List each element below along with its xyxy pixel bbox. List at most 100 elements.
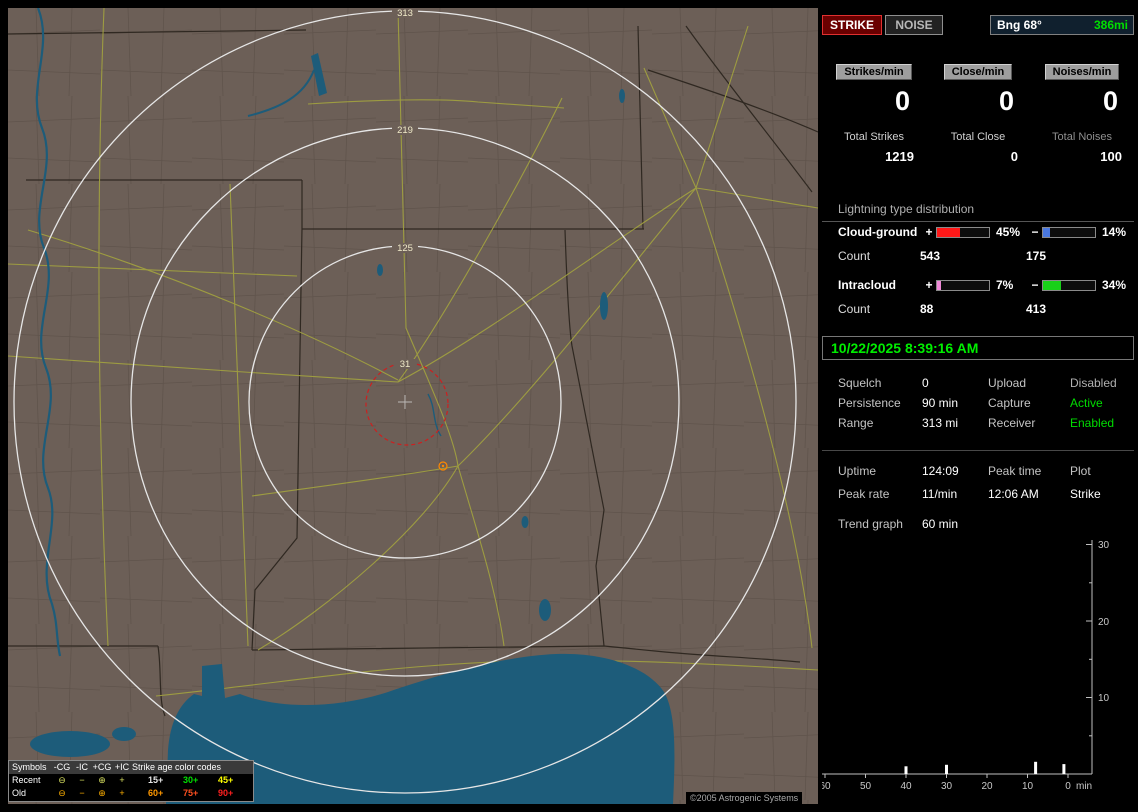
strike-mode-button[interactable]: STRIKE [822, 15, 882, 35]
plus-percent: 7% [996, 278, 1014, 292]
total-close-value: 0 [1010, 149, 1018, 164]
distribution-type-label: Cloud-ground [838, 225, 918, 239]
ring-label-125: 125 [397, 243, 413, 254]
lake [377, 264, 383, 276]
datetime-display: 10/22/2025 8:39:16 AM [822, 336, 1134, 360]
legend-row-label: Old [12, 788, 27, 798]
lake [30, 731, 110, 757]
x-tick-0: 0 [1065, 781, 1071, 792]
copyright-notice: ©2005 Astrogenic Systems [686, 792, 803, 804]
plus-count: 543 [920, 249, 941, 263]
range-value: 313 mi [922, 416, 959, 430]
pos-cg-recent-icon: ⊕ [98, 775, 106, 785]
status-panel: STRIKE NOISE 386mi Bng 68° Strikes/min C… [819, 12, 1134, 804]
legend-row-label: Recent [12, 775, 41, 785]
legend-col-neg-ic: -IC [76, 762, 88, 772]
plus-polarity-bar [936, 226, 990, 238]
persistence-value: 90 min [922, 396, 959, 410]
trend-graph-label: Trend graph [838, 517, 903, 531]
lake [112, 727, 136, 741]
minus-polarity-bar-fill [1043, 227, 1051, 237]
minus-sign: − [1031, 225, 1039, 239]
legend-symbols-title: Symbols [12, 762, 47, 772]
x-axis-unit-label: min [1076, 781, 1092, 792]
legend-row-old: Old ⊖ − ⊕ + 60+ 75+ 90+ [9, 787, 253, 800]
plus-sign: + [925, 225, 933, 239]
x-tick-20: 20 [981, 781, 993, 792]
distribution-type-label: Intracloud [838, 278, 897, 292]
trend-label-row: Trend graph 60 min [838, 517, 1134, 531]
peak-rate-label: Peak rate [838, 487, 890, 501]
count-label: Count [838, 302, 871, 316]
x-tick-40: 40 [900, 781, 912, 792]
x-tick-30: 30 [941, 781, 953, 792]
persistence-label: Persistence [838, 396, 901, 410]
nexstorm-window: 313 219 125 31 Symbols -CG -IC +CG +IC S… [0, 0, 1138, 812]
total-close-label: Total Close [950, 131, 1006, 143]
lake [539, 599, 551, 621]
range-label: Range [838, 416, 874, 430]
plus-polarity-bar-fill [937, 227, 961, 237]
receiver-status: Enabled [1070, 416, 1115, 430]
trend-graph: 30 20 10 60 50 40 30 20 10 0 min [819, 534, 1134, 802]
distribution-row-intracloud: Intracloud + 7% − 34% [838, 278, 1134, 292]
trend-bar [904, 766, 908, 774]
uptime-label: Uptime [838, 464, 877, 478]
total-strikes-label: Total Strikes [844, 131, 904, 143]
plus-sign: + [925, 278, 933, 292]
legend-col-pos-ic: +IC [114, 762, 130, 772]
age-code: 60+ [148, 788, 164, 798]
pos-ic-recent-icon: + [119, 775, 125, 785]
lightning-map[interactable]: 313 219 125 31 Symbols -CG -IC +CG +IC S… [8, 8, 818, 804]
peak-time-value: 12:06 AM [988, 487, 1039, 501]
trend-bar [945, 764, 948, 774]
capture-status: Active [1070, 396, 1103, 410]
minus-polarity-bar-fill [1043, 280, 1061, 290]
receiver-label: Receiver [988, 416, 1036, 430]
capture-label: Capture [988, 396, 1031, 410]
age-code: 90+ [218, 788, 234, 798]
bearing-distance: 386mi [1093, 18, 1128, 32]
plot-value: Strike [1070, 487, 1101, 501]
ring-label-219: 219 [397, 125, 413, 136]
plus-percent: 45% [996, 225, 1021, 239]
legend-header: Symbols -CG -IC +CG +IC Strike age color… [9, 761, 253, 774]
neg-ic-old-icon: − [79, 788, 85, 798]
plot-label: Plot [1070, 464, 1091, 478]
plus-count: 88 [920, 302, 934, 316]
mode-toolbar: STRIKE NOISE 386mi Bng 68° [822, 15, 1134, 35]
trend-window-value: 60 min [922, 517, 959, 531]
status-row: Persistence 90 min Capture Active [838, 396, 1134, 410]
minus-count: 413 [1026, 302, 1047, 316]
status-row: Squelch 0 Upload Disabled [838, 376, 1134, 390]
stats-row: Uptime 124:09 Peak time Plot [838, 464, 1134, 478]
neg-cg-old-icon: ⊖ [58, 788, 66, 798]
divider [822, 450, 1134, 451]
plus-polarity-bar [936, 279, 990, 291]
total-noises-label: Total Noises [1052, 131, 1112, 143]
age-code: 30+ [183, 775, 199, 785]
age-code: 45+ [218, 775, 234, 785]
lake [619, 89, 625, 103]
noise-mode-button[interactable]: NOISE [885, 15, 943, 35]
strikes-per-min-value: 0 [894, 86, 910, 116]
total-strikes-value: 1219 [885, 149, 914, 164]
bearing-display: 386mi Bng 68° [990, 15, 1134, 35]
rate-values-row: 0 0 0 [822, 86, 1134, 116]
squelch-label: Squelch [838, 376, 882, 390]
legend-row-recent: Recent ⊖ − ⊕ + 15+ 30+ 45+ [9, 774, 253, 787]
map-legend: Symbols -CG -IC +CG +IC Strike age color… [8, 760, 254, 802]
x-tick-50: 50 [860, 781, 872, 792]
y-axis-ticks [1086, 544, 1092, 737]
count-row: Count 88 413 [838, 302, 1134, 316]
stats-row: Peak rate 11/min 12:06 AM Strike [838, 487, 1134, 501]
upload-label: Upload [988, 376, 1027, 390]
status-row: Range 313 mi Receiver Enabled [838, 416, 1134, 430]
pos-ic-old-icon: + [119, 788, 125, 798]
count-row: Count 543 175 [838, 249, 1134, 263]
plus-polarity-bar-fill [937, 280, 941, 290]
legend-col-pos-cg: +CG [92, 762, 112, 772]
uptime-value: 124:09 [922, 464, 959, 478]
distribution-title: Lightning type distribution [822, 202, 1134, 222]
neg-ic-recent-icon: − [79, 775, 85, 785]
